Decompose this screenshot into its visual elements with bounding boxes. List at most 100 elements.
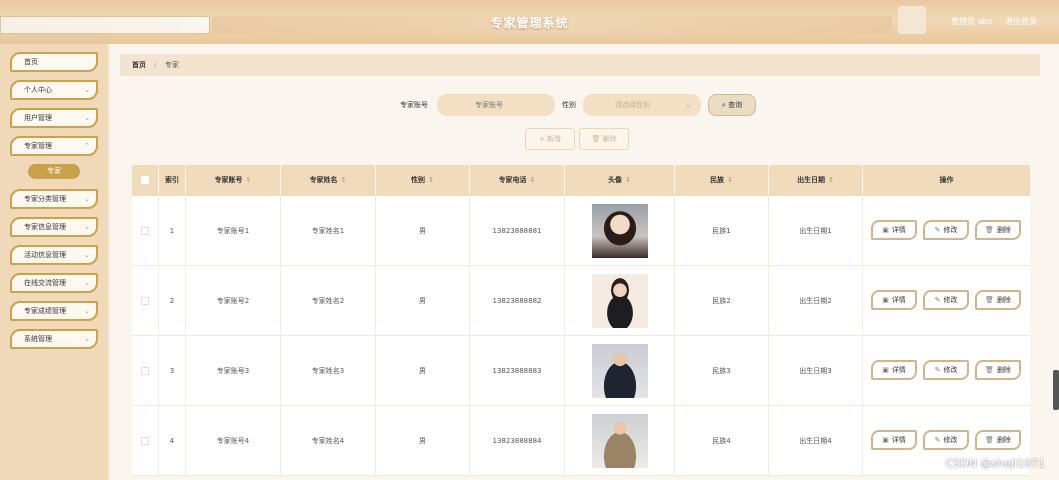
breadcrumb: 首页 / 专家	[120, 54, 1040, 76]
detail-button[interactable]: ▣ 详情	[871, 220, 917, 240]
cell-avatar	[565, 336, 675, 406]
logout-link[interactable]: 退出登录	[1005, 17, 1037, 26]
detail-button[interactable]: ▣ 详情	[871, 430, 917, 450]
row-select-cell	[132, 266, 159, 336]
chevron-down-icon: ⌄	[84, 195, 90, 203]
cell-birth: 出生日期1	[769, 196, 863, 266]
delete-button-label: 删除	[996, 226, 1011, 234]
row-checkbox[interactable]	[141, 367, 149, 375]
cell-avatar	[565, 266, 675, 336]
sidebar-item-chat[interactable]: 在线交流管理 ⌄	[10, 273, 98, 293]
detail-icon: ▣	[882, 226, 889, 234]
row-select-cell	[132, 196, 159, 266]
col-account[interactable]: 专家账号 ⇕	[186, 165, 281, 196]
cell-name: 专家姓名4	[281, 406, 376, 476]
avatar-image	[592, 204, 648, 258]
col-avatar[interactable]: 头像 ⇕	[565, 165, 675, 196]
sidebar-item-expert-category[interactable]: 专家分类管理 ⌄	[10, 189, 98, 209]
cell-ops: ▣ 详情 ✎ 修改 🗑 删除	[863, 266, 1030, 336]
gender-select[interactable]: 请选择性别 ⌄	[583, 94, 701, 116]
col-phone[interactable]: 专家电话 ⇕	[470, 165, 565, 196]
table-row: 3 专家账号3 专家姓名3 男 13823888883 民族3 出生日期3 ▣ 详情 ✎ 修改 🗑 删除	[132, 336, 1030, 406]
sidebar-item-users[interactable]: 用户管理 ⌄	[10, 108, 98, 128]
cell-ops: ▣ 详情 ✎ 修改 🗑 删除	[863, 336, 1030, 406]
col-avatar-label: 头像	[608, 176, 623, 184]
account-label: 专家账号	[400, 101, 428, 109]
add-button-label: 新增	[547, 135, 562, 143]
col-birth[interactable]: 出生日期 ⇕	[769, 165, 863, 196]
col-name[interactable]: 专家姓名 ⇕	[281, 165, 376, 196]
cell-phone: 13823888881	[470, 196, 565, 266]
batch-delete-button[interactable]: 🗑 删除	[579, 128, 629, 150]
cell-account: 专家账号3	[186, 336, 281, 406]
table-row: 2 专家账号2 专家姓名2 男 13823888882 民族2 出生日期2 ▣ 详情 ✎ 修改 🗑 删除	[132, 266, 1030, 336]
detail-icon: ▣	[882, 296, 889, 304]
add-button[interactable]: + 新增	[525, 128, 575, 150]
row-checkbox[interactable]	[141, 227, 149, 235]
search-button[interactable]: ⌕ 查询	[708, 94, 756, 116]
row-checkbox[interactable]	[141, 297, 149, 305]
sidebar-item-label: 活动信息管理	[24, 251, 66, 259]
col-gender[interactable]: 性别 ⇕	[376, 165, 470, 196]
sidebar-subitem-expert[interactable]: 专家	[28, 164, 80, 179]
cell-phone: 13823888884	[470, 406, 565, 476]
table-header: 索引 专家账号 ⇕ 专家姓名 ⇕ 性别 ⇕ 专家电话 ⇕ 头像 ⇕ 民族 ⇕ 出生日期 ⇕ 操…	[132, 165, 1030, 196]
col-ops: 操作	[939, 176, 954, 184]
delete-button[interactable]: 🗑 删除	[975, 360, 1021, 380]
window-scrollbar[interactable]	[1053, 370, 1059, 410]
delete-button-label: 删除	[996, 296, 1011, 304]
delete-button[interactable]: 🗑 删除	[975, 430, 1021, 450]
detail-icon: ▣	[882, 366, 889, 374]
cell-index: 1	[159, 196, 186, 266]
detail-button[interactable]: ▣ 详情	[871, 290, 917, 310]
trash-icon: 🗑	[985, 436, 994, 444]
sidebar-item-expert-info[interactable]: 专家信息管理 ⌄	[10, 217, 98, 237]
table-row: 1 专家账号1 专家姓名1 男 13823888881 民族1 出生日期1 ▣ 详情 ✎ 修改 🗑 删除	[132, 196, 1030, 266]
delete-button-label: 删除	[996, 366, 1011, 374]
sidebar-item-scores[interactable]: 专家成绩管理 ⌄	[10, 301, 98, 321]
sidebar-item-home[interactable]: 首页	[10, 52, 98, 72]
sidebar-item-experts[interactable]: 专家管理 ⌃	[10, 136, 98, 156]
sidebar-item-personal[interactable]: 个人中心 ⌄	[10, 80, 98, 100]
sort-icon: ⇕	[828, 176, 834, 184]
sort-icon: ⇕	[340, 176, 347, 184]
cell-ethnicity: 民族3	[675, 336, 769, 406]
col-ethnicity[interactable]: 民族 ⇕	[675, 165, 769, 196]
cell-ethnicity: 民族1	[675, 196, 769, 266]
row-checkbox[interactable]	[141, 437, 149, 445]
edit-button[interactable]: ✎ 修改	[923, 220, 969, 240]
breadcrumb-home[interactable]: 首页	[132, 61, 146, 69]
chevron-down-icon: ⌄	[84, 335, 90, 343]
sidebar-item-label: 系统管理	[24, 335, 52, 343]
account-search-input[interactable]	[437, 94, 555, 116]
chevron-up-icon: ⌃	[84, 142, 90, 150]
edit-button[interactable]: ✎ 修改	[923, 430, 969, 450]
detail-button[interactable]: ▣ 详情	[871, 360, 917, 380]
sidebar-item-label: 专家管理	[24, 142, 52, 150]
col-birth-label: 出生日期	[797, 176, 826, 184]
select-all-checkbox[interactable]	[141, 176, 149, 184]
sidebar-item-system[interactable]: 系统管理 ⌄	[10, 329, 98, 349]
sidebar-item-label: 专家信息管理	[24, 223, 66, 231]
delete-button[interactable]: 🗑 删除	[975, 290, 1021, 310]
edit-icon: ✎	[934, 366, 941, 374]
trash-icon: 🗑	[591, 135, 601, 143]
cell-name: 专家姓名1	[281, 196, 376, 266]
gender-label: 性别	[562, 101, 576, 109]
edit-icon: ✎	[934, 226, 941, 234]
breadcrumb-current: 专家	[164, 61, 179, 69]
edit-button[interactable]: ✎ 修改	[923, 360, 969, 380]
cell-ops: ▣ 详情 ✎ 修改 🗑 删除	[863, 196, 1030, 266]
cell-account: 专家账号4	[186, 406, 281, 476]
table-row: 4 专家账号4 专家姓名4 男 13823888884 民族4 出生日期4 ▣ 详情 ✎ 修改 🗑 删除	[132, 406, 1030, 476]
cell-phone: 13823888882	[470, 266, 565, 336]
cell-gender: 男	[376, 336, 470, 406]
cell-phone: 13823888883	[470, 336, 565, 406]
cell-account: 专家账号1	[186, 196, 281, 266]
sidebar-item-activity[interactable]: 活动信息管理 ⌄	[10, 245, 98, 265]
delete-button[interactable]: 🗑 删除	[975, 220, 1021, 240]
sort-icon: ⇕	[245, 176, 252, 184]
detail-button-label: 详情	[891, 226, 906, 234]
header-decoration	[898, 6, 926, 34]
edit-button[interactable]: ✎ 修改	[923, 290, 969, 310]
